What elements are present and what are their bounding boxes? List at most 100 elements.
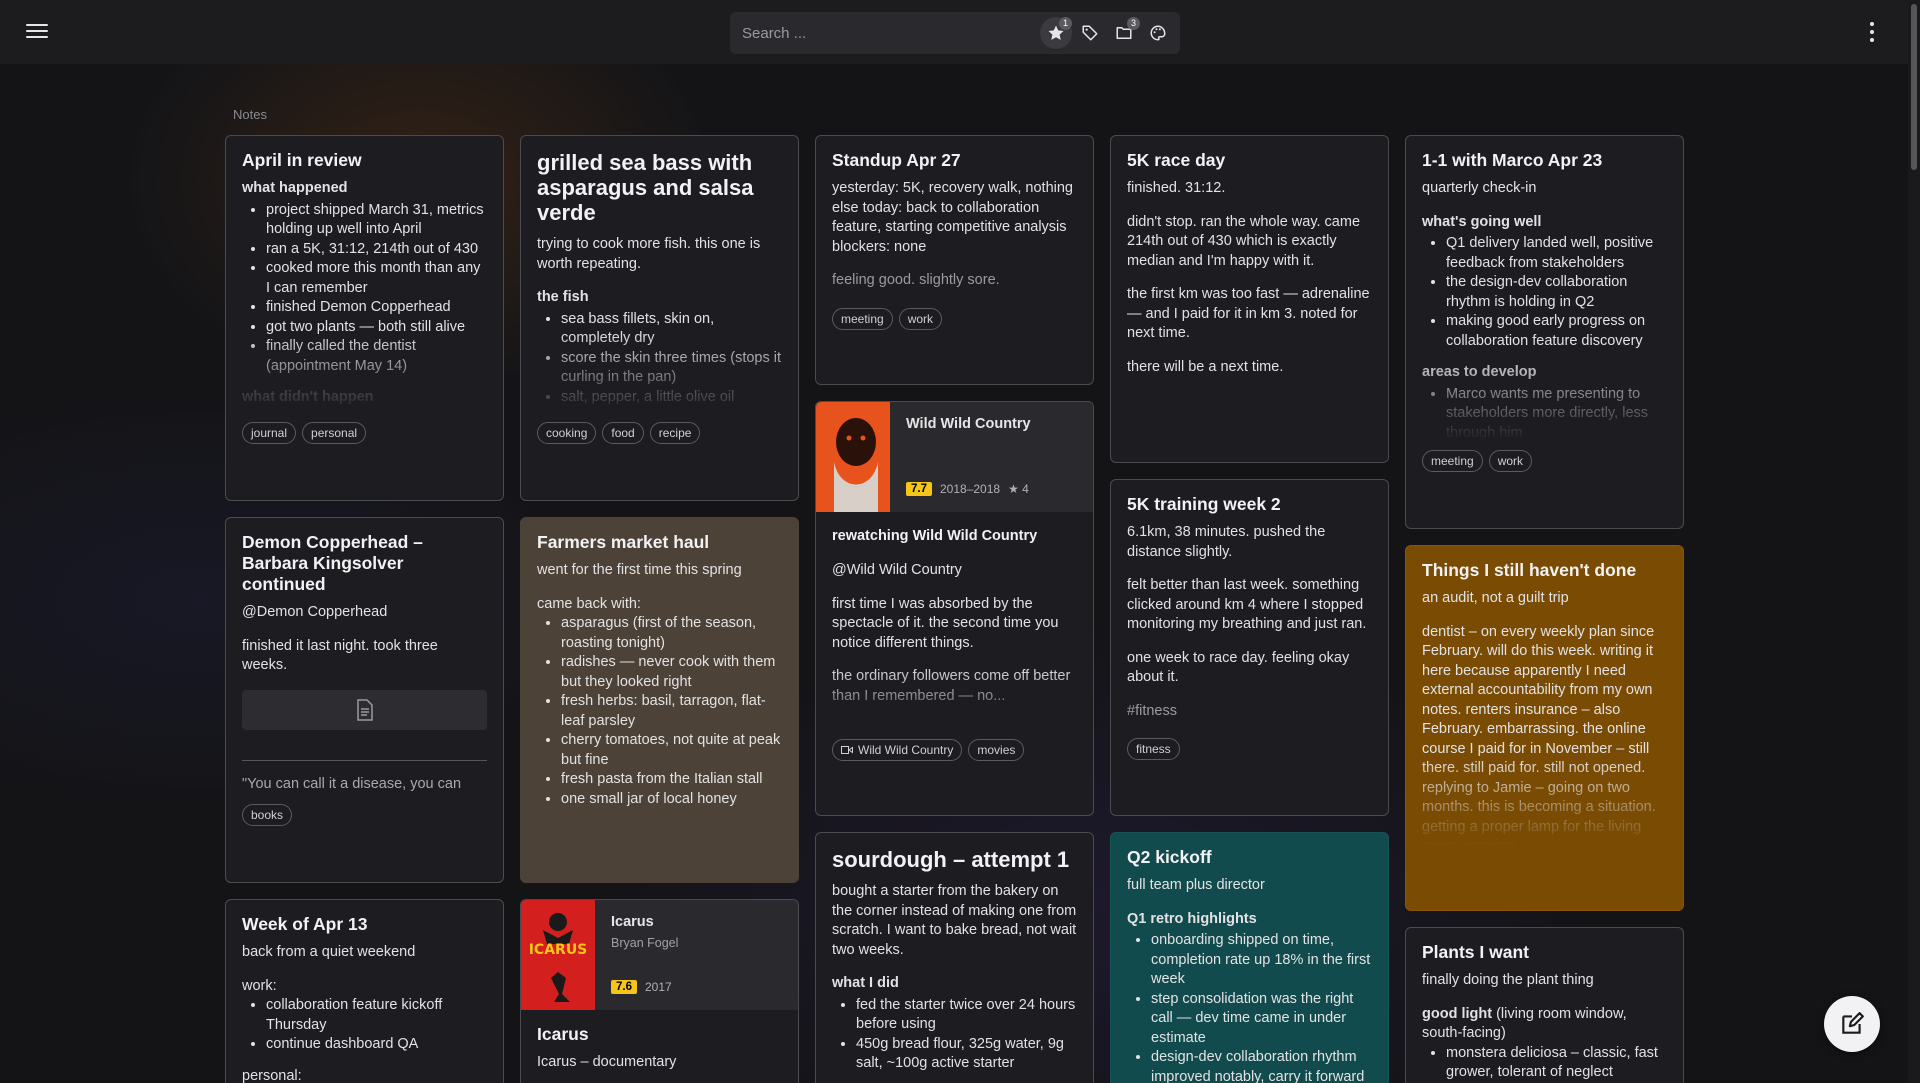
- note-text: Icarus – documentary: [537, 1054, 677, 1070]
- note-subheading: work:: [242, 977, 277, 994]
- note-card-5k-race[interactable]: 5K race day finished. 31:12. didn't stop…: [1110, 135, 1389, 463]
- scrollbar[interactable]: [1908, 0, 1920, 1083]
- note-card-april[interactable]: April in review what happened project sh…: [225, 135, 504, 501]
- tag-list: meeting work: [832, 308, 943, 330]
- attachment[interactable]: [242, 689, 487, 730]
- note-text: the ordinary followers come off better t…: [832, 668, 1071, 704]
- tag-chip[interactable]: work: [1488, 450, 1533, 472]
- tag-chip[interactable]: meeting: [1422, 450, 1483, 472]
- note-card-things-not-done[interactable]: Things I still haven't done an audit, no…: [1405, 545, 1684, 911]
- note-title: Plants I want: [1422, 942, 1529, 962]
- note-card-q2-kickoff[interactable]: Q2 kickoff full team plus director Q1 re…: [1110, 832, 1389, 1083]
- list-item: asparagus (first of the season, roasting…: [561, 614, 782, 653]
- media-preview[interactable]: ICARUS Icarus Bryan Fogel 7.6 2017: [521, 900, 798, 1010]
- search-input[interactable]: [742, 20, 1012, 46]
- media-meta: 7.6 2017: [611, 980, 672, 994]
- tag-chip[interactable]: books: [242, 804, 293, 826]
- note-list: asparagus (first of the season, roasting…: [537, 614, 782, 809]
- note-text: feeling good. slightly sore.: [832, 272, 1000, 288]
- note-title: Week of Apr 13: [242, 914, 368, 934]
- rating-badge: 7.6: [611, 980, 637, 994]
- star-badge: 1: [1059, 17, 1072, 30]
- note-subheading: personal:: [242, 1067, 302, 1083]
- note-title: grilled sea bass with asparagus and sals…: [537, 150, 754, 225]
- note-text: finally doing the plant thing: [1422, 972, 1594, 988]
- note-card-week-apr-13[interactable]: Week of Apr 13 back from a quiet weekend…: [225, 899, 504, 1083]
- scrollbar-thumb[interactable]: [1911, 4, 1917, 170]
- note-card-sourdough[interactable]: sourdough – attempt 1 bought a starter f…: [815, 832, 1094, 1083]
- note-hashtag: #fitness: [1127, 702, 1177, 719]
- starred-filter-button[interactable]: 1: [1040, 17, 1072, 49]
- tag-chip[interactable]: personal: [302, 422, 367, 444]
- note-card-icarus[interactable]: ICARUS Icarus Bryan Fogel 7.6 2017 Icaru…: [520, 899, 799, 1083]
- list-item: finally called the dentist (appointment …: [266, 337, 487, 376]
- list-item: got two plants — both still alive: [266, 318, 487, 338]
- note-text: first time I was absorbed by the spectac…: [832, 595, 1059, 651]
- tag-chip[interactable]: journal: [242, 422, 297, 444]
- document-icon: [356, 698, 373, 721]
- tag-chip[interactable]: recipe: [649, 422, 701, 444]
- new-note-button[interactable]: [1824, 996, 1880, 1052]
- media-stars: ★ 4: [1008, 482, 1029, 496]
- search-bar: 1 3: [730, 12, 1180, 54]
- note-text: back from a quiet weekend: [242, 944, 416, 960]
- note-text: felt better than last week. something cl…: [1127, 577, 1367, 632]
- note-card-standup[interactable]: Standup Apr 27 yesterday: 5K, recovery w…: [815, 135, 1094, 385]
- note-subheading: areas to develop: [1422, 364, 1537, 380]
- list-item: collaboration feature kickoff Thursday: [266, 996, 487, 1035]
- list-item: step consolidation was the right call — …: [1151, 990, 1372, 1049]
- note-card-5k-training[interactable]: 5K training week 2 6.1km, 38 minutes. pu…: [1110, 479, 1389, 816]
- note-text: one week to race day. feeling okay about…: [1127, 649, 1350, 686]
- media-preview[interactable]: Wild Wild Country 7.7 2018–2018 ★ 4: [816, 402, 1093, 512]
- media-title: Wild Wild Country: [906, 416, 1031, 432]
- note-card-farmers-market[interactable]: Farmers market haul went for the first t…: [520, 517, 799, 883]
- note-card-sea-bass[interactable]: grilled sea bass with asparagus and sals…: [520, 135, 799, 501]
- list-item: fed the starter twice over 24 hours befo…: [856, 996, 1077, 1035]
- note-mention: @Demon Copperhead: [242, 604, 388, 620]
- note-card-demon-copperhead[interactable]: Demon Copperhead – Barbara Kingsolver co…: [225, 517, 504, 883]
- menu-icon[interactable]: [26, 22, 48, 40]
- tag-chip[interactable]: food: [602, 422, 644, 444]
- note-text: the first km was too fast — adrenaline —…: [1127, 286, 1370, 341]
- color-filter-button[interactable]: [1142, 17, 1174, 49]
- top-bar: 1 3: [0, 0, 1908, 64]
- folders-filter-button[interactable]: 3: [1108, 17, 1140, 49]
- tag-chip[interactable]: movies: [968, 739, 1025, 761]
- note-text: trying to cook more fish. this one is wo…: [537, 236, 761, 272]
- tag-chip[interactable]: work: [898, 308, 943, 330]
- note-text: didn't stop. ran the whole way. came 214…: [1127, 213, 1361, 269]
- list-item: salt, pepper, a little olive oil: [561, 388, 782, 408]
- note-subheading: good light (living room window, south-fa…: [1422, 1005, 1667, 1044]
- note-subheading: what didn't happen: [242, 389, 374, 405]
- edit-icon: [1842, 1012, 1864, 1034]
- tag-chip[interactable]: meeting: [832, 308, 893, 330]
- note-text: full team plus director: [1127, 877, 1265, 893]
- note-card-wild-wild-country[interactable]: Wild Wild Country 7.7 2018–2018 ★ 4 rewa…: [815, 401, 1094, 816]
- list-item: 450g bread flour, 325g water, 9g salt, ~…: [856, 1035, 1077, 1074]
- list-item: monstera deliciosa – classic, fast growe…: [1446, 1044, 1667, 1083]
- list-item: finished Demon Copperhead: [266, 298, 487, 318]
- note-title: 5K training week 2: [1127, 494, 1281, 514]
- note-list: sea bass fillets, skin on, completely dr…: [537, 310, 782, 408]
- note-card-1-1-marco[interactable]: 1-1 with Marco Apr 23 quarterly check-in…: [1405, 135, 1684, 529]
- more-options-icon[interactable]: [1862, 20, 1882, 44]
- list-item: sea bass fillets, skin on, completely dr…: [561, 310, 782, 349]
- note-mention: @Wild Wild Country: [832, 562, 962, 578]
- note-card-plants[interactable]: Plants I want finally doing the plant th…: [1405, 927, 1684, 1083]
- note-text: quarterly check-in: [1422, 180, 1537, 196]
- note-title: Demon Copperhead – Barbara Kingsolver co…: [242, 532, 423, 594]
- note-list: project shipped March 31, metrics holdin…: [242, 201, 487, 377]
- note-subheading: what's going well: [1422, 213, 1542, 230]
- tag-list: journal personal: [242, 422, 367, 444]
- note-title: rewatching Wild Wild Country: [832, 528, 1038, 544]
- list-item: fresh herbs: basil, tarragon, flat-leaf …: [561, 692, 782, 731]
- note-title: April in review: [242, 150, 362, 170]
- note-text: bought a starter from the bakery on the …: [832, 883, 1077, 958]
- tag-label: Wild Wild Country: [858, 743, 954, 757]
- list-item: one small jar of local honey: [561, 790, 782, 810]
- note-text: finished. 31:12.: [1127, 180, 1226, 196]
- tag-chip[interactable]: fitness: [1127, 738, 1180, 760]
- tag-chip-linked[interactable]: Wild Wild Country: [832, 739, 963, 761]
- tag-chip[interactable]: cooking: [537, 422, 597, 444]
- tags-filter-button[interactable]: [1074, 17, 1106, 49]
